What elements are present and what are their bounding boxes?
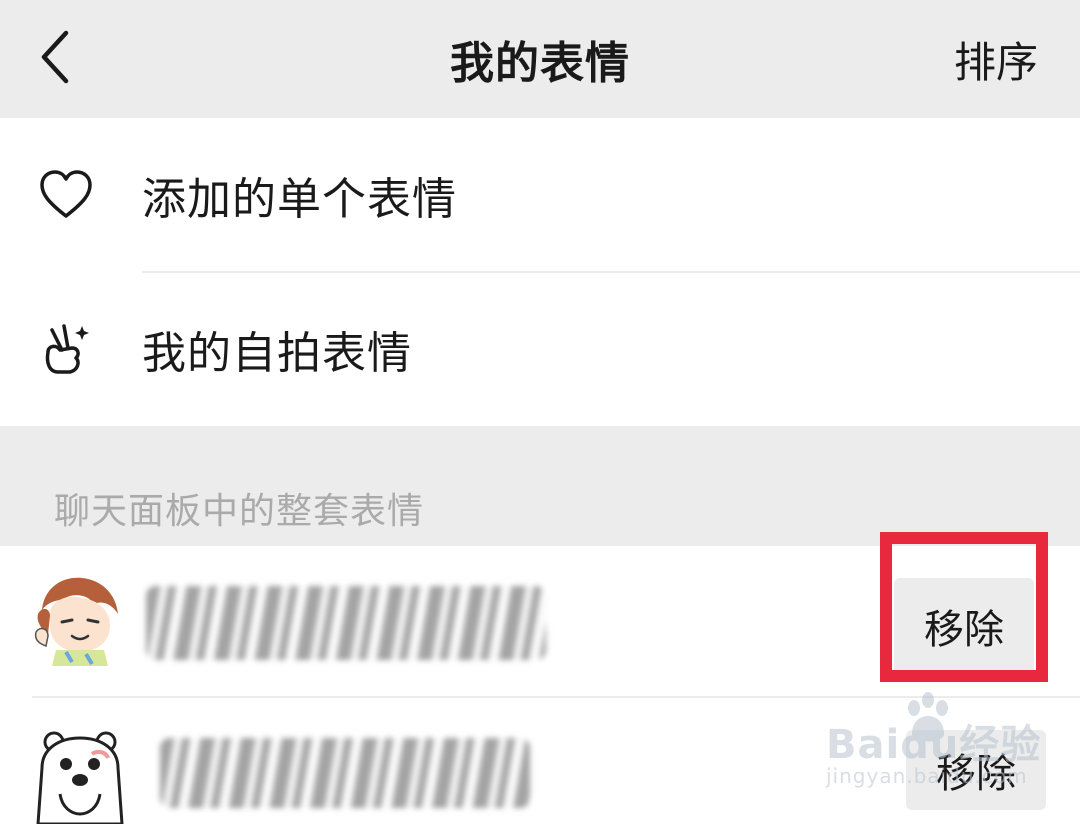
- heart-outline-icon: [40, 170, 92, 218]
- section-title: 聊天面板中的整套表情: [54, 491, 425, 532]
- divider: [142, 271, 1080, 273]
- menu-item-selfie-stickers[interactable]: 我的自拍表情: [0, 274, 1080, 424]
- menu-item-single-stickers[interactable]: 添加的单个表情: [0, 120, 1080, 270]
- back-button[interactable]: [26, 22, 86, 92]
- sticker-pack-name-redacted: [160, 738, 530, 808]
- sticker-pack-name-redacted: [146, 586, 546, 660]
- sticker-pack-thumbnail: [34, 577, 118, 666]
- remove-button[interactable]: 移除: [906, 730, 1046, 810]
- top-bar: [0, 0, 1080, 118]
- chevron-left-icon: [41, 30, 69, 84]
- menu-item-label: 我的自拍表情: [142, 328, 412, 379]
- menu-item-label: 添加的单个表情: [142, 174, 457, 225]
- victory-hand-sparkle-icon: [45, 324, 89, 374]
- highlight-annotation: [880, 532, 1048, 682]
- sort-button[interactable]: 排序: [954, 30, 1038, 88]
